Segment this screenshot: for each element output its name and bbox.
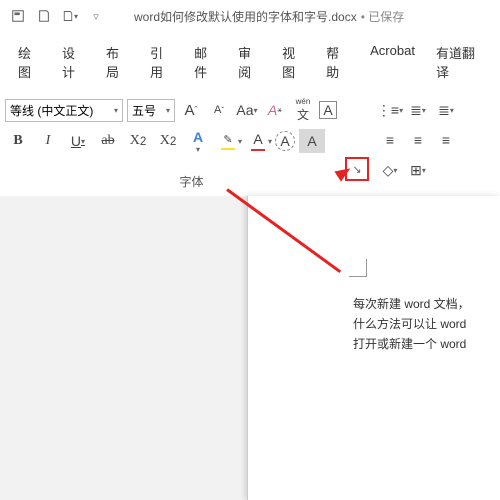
text-line: 打开或新建一个 word bbox=[353, 334, 470, 354]
increase-font-button[interactable]: Aˆ bbox=[179, 98, 203, 122]
font-size-value: 五号 bbox=[132, 102, 156, 119]
caret-icon: ▾ bbox=[166, 106, 170, 115]
tab-references[interactable]: 引用 bbox=[140, 37, 183, 87]
tab-help[interactable]: 帮助 bbox=[316, 37, 359, 87]
font-name-select[interactable]: 等线 (中文正文) ▾ bbox=[5, 99, 123, 122]
phonetic-button[interactable]: wén文 bbox=[291, 98, 315, 122]
align-right-button[interactable]: ≡ bbox=[434, 128, 458, 152]
text-effects-button[interactable]: A▾ bbox=[185, 129, 211, 153]
bullets-button[interactable]: ⋮≡▾ bbox=[378, 98, 402, 122]
underline-button[interactable]: U▾ bbox=[65, 129, 91, 153]
superscript-button[interactable]: X2 bbox=[155, 129, 181, 153]
tab-review[interactable]: 审阅 bbox=[228, 37, 271, 87]
tab-mailings[interactable]: 邮件 bbox=[184, 37, 227, 87]
autosave-icon[interactable] bbox=[10, 8, 26, 24]
strikethrough-button[interactable]: ab bbox=[95, 129, 121, 153]
tab-design[interactable]: 设计 bbox=[52, 37, 95, 87]
save-icon[interactable] bbox=[36, 8, 52, 24]
caret-icon: ▾ bbox=[114, 106, 118, 115]
font-name-value: 等线 (中文正文) bbox=[10, 102, 93, 119]
ribbon-tabs: 绘图 设计 布局 引用 邮件 审阅 视图 帮助 Acrobat 有道翻译 bbox=[0, 32, 500, 87]
subscript-button[interactable]: X2 bbox=[125, 129, 151, 153]
numbering-button[interactable]: ≣▾ bbox=[406, 98, 430, 122]
decrease-font-button[interactable]: Aˇ bbox=[207, 98, 231, 122]
launcher-arrow-icon: ↘ bbox=[352, 163, 361, 176]
char-border-button[interactable]: A bbox=[319, 101, 337, 119]
align-center-button[interactable]: ≡ bbox=[406, 128, 430, 152]
italic-button[interactable]: I bbox=[35, 129, 61, 153]
font-group-label: 字体 bbox=[5, 155, 378, 194]
editor-background bbox=[0, 196, 247, 500]
multilevel-button[interactable]: ≣▾ bbox=[434, 98, 458, 122]
highlight-button[interactable]: ✎▾ bbox=[215, 129, 241, 153]
borders-button[interactable]: ⊞▾ bbox=[406, 158, 430, 182]
dropdown-icon[interactable]: ▾ bbox=[62, 8, 78, 24]
text-line: 每次新建 word 文档， bbox=[353, 294, 470, 314]
document-page[interactable]: 每次新建 word 文档， 什么方法可以让 word 打开或新建一个 word bbox=[247, 196, 500, 500]
tab-translate[interactable]: 有道翻译 bbox=[426, 37, 492, 87]
font-color-button[interactable]: A▾ bbox=[245, 129, 271, 153]
tab-view[interactable]: 视图 bbox=[272, 37, 315, 87]
circled-char-button[interactable]: A bbox=[275, 131, 295, 151]
title-bar: ▾ ▿ word如何修改默认使用的字体和字号.docx • 已保存 bbox=[0, 0, 500, 32]
document-body: 每次新建 word 文档， 什么方法可以让 word 打开或新建一个 word bbox=[353, 294, 470, 354]
bold-button[interactable]: B bbox=[5, 129, 31, 153]
font-size-select[interactable]: 五号 ▾ bbox=[127, 99, 175, 122]
change-case-button[interactable]: Aa▾ bbox=[235, 98, 259, 122]
document-title: word如何修改默认使用的字体和字号.docx bbox=[134, 8, 357, 25]
tab-draw[interactable]: 绘图 bbox=[8, 37, 51, 87]
tab-acrobat[interactable]: Acrobat bbox=[360, 37, 425, 87]
overflow-icon[interactable]: ▿ bbox=[88, 8, 104, 24]
text-line: 什么方法可以让 word bbox=[353, 314, 470, 334]
tab-layout[interactable]: 布局 bbox=[96, 37, 139, 87]
save-status: • 已保存 bbox=[361, 8, 405, 25]
shading-button[interactable]: ◇▾ bbox=[378, 158, 402, 182]
clear-format-button[interactable]: A⚹ bbox=[263, 98, 287, 122]
align-left-button[interactable]: ≡ bbox=[378, 128, 402, 152]
cursor-indicator bbox=[349, 259, 367, 277]
char-shading-button[interactable]: A bbox=[299, 129, 325, 153]
